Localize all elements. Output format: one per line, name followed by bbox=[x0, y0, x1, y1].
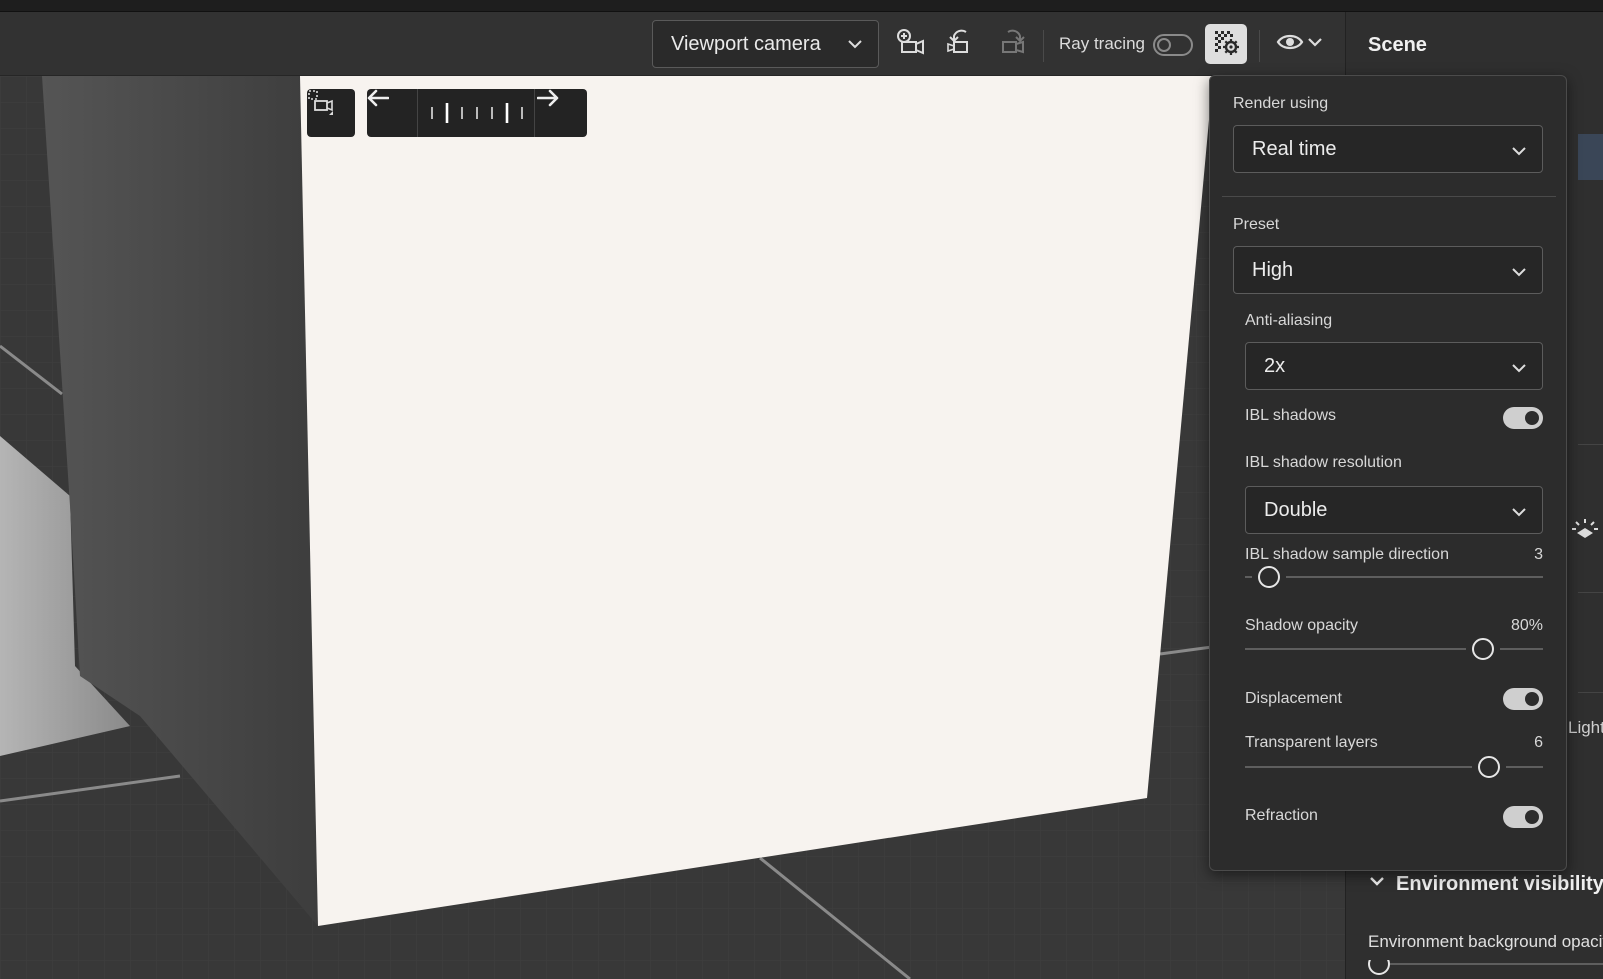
panel-divider bbox=[1578, 592, 1603, 593]
section-divider bbox=[1222, 196, 1556, 197]
eye-icon bbox=[1276, 32, 1304, 57]
ray-tracing-label: Ray tracing bbox=[1059, 34, 1145, 53]
ibl-shadow-sample-direction-value: 3 bbox=[1534, 546, 1543, 563]
refraction-label: Refraction bbox=[1245, 807, 1318, 824]
add-camera-icon bbox=[896, 28, 926, 61]
ibl-shadow-resolution-select[interactable]: Double bbox=[1245, 486, 1543, 534]
selected-scene-item[interactable] bbox=[1578, 134, 1603, 180]
next-view-button[interactable] bbox=[537, 89, 585, 137]
toggle-knob bbox=[1525, 810, 1539, 824]
slider-track bbox=[1245, 766, 1473, 768]
fit-camera-button[interactable] bbox=[307, 89, 355, 137]
ibl-shadow-resolution-label: IBL shadow resolution bbox=[1245, 454, 1402, 471]
transparent-layers-slider[interactable] bbox=[1245, 754, 1543, 780]
slider-track bbox=[1245, 648, 1467, 650]
toolbar-separator bbox=[1259, 30, 1260, 62]
anti-aliasing-label: Anti-aliasing bbox=[1245, 312, 1333, 329]
panel-divider bbox=[1578, 692, 1603, 693]
render-using-label: Render using bbox=[1233, 95, 1329, 112]
chevron-down-icon bbox=[1510, 263, 1528, 287]
environment-visibility-header[interactable]: Environment visibility bbox=[1368, 872, 1603, 896]
slider-track bbox=[1285, 576, 1543, 578]
environment-background-opacity-label: Environment background opacit bbox=[1368, 932, 1603, 951]
lights-section-label: Lights bbox=[1568, 718, 1603, 737]
redo-camera-icon bbox=[998, 28, 1028, 61]
scene-render bbox=[0, 76, 1345, 979]
ibl-shadows-toggle[interactable] bbox=[1503, 407, 1543, 429]
ibl-shadow-sample-direction-label: IBL shadow sample direction bbox=[1245, 546, 1449, 563]
shadow-opacity-label: Shadow opacity bbox=[1245, 617, 1358, 634]
render-settings-icon bbox=[1212, 28, 1240, 61]
toggle-knob bbox=[1525, 692, 1539, 706]
panel-divider bbox=[1578, 444, 1603, 445]
preset-select[interactable]: High bbox=[1233, 246, 1543, 294]
shadow-opacity-slider[interactable] bbox=[1245, 636, 1543, 662]
preset-value: High bbox=[1252, 258, 1294, 281]
panel-title: Scene bbox=[1368, 34, 1427, 56]
transparent-layers-value: 6 bbox=[1534, 734, 1543, 751]
chevron-down-icon bbox=[846, 35, 864, 59]
transparent-layers-label: Transparent layers bbox=[1245, 734, 1378, 751]
camera-select-value: Viewport camera bbox=[671, 32, 821, 55]
slider-track bbox=[1500, 648, 1543, 650]
slider-track bbox=[1506, 766, 1543, 768]
chevron-down-icon bbox=[1306, 33, 1324, 56]
slider-thumb[interactable] bbox=[1478, 756, 1501, 778]
window-top-strip bbox=[0, 0, 1603, 12]
light-icon[interactable] bbox=[1570, 516, 1600, 547]
chevron-down-icon bbox=[1510, 142, 1528, 166]
chevron-down-icon bbox=[1510, 503, 1528, 527]
ibl-shadow-resolution-value: Double bbox=[1264, 498, 1328, 521]
toggle-knob bbox=[1525, 411, 1539, 425]
render-settings-popover: Render using Real time Preset High Anti-… bbox=[1209, 75, 1567, 871]
refraction-toggle[interactable] bbox=[1503, 806, 1543, 828]
anti-aliasing-value: 2x bbox=[1264, 354, 1286, 377]
ibl-shadows-label: IBL shadows bbox=[1245, 407, 1337, 424]
shadow-opacity-value: 80% bbox=[1510, 617, 1543, 634]
camera-history-navigator bbox=[367, 89, 587, 137]
render-using-select[interactable]: Real time bbox=[1233, 125, 1543, 173]
previous-view-button[interactable] bbox=[367, 89, 415, 137]
anti-aliasing-select[interactable]: 2x bbox=[1245, 342, 1543, 390]
slider-thumb[interactable] bbox=[1472, 638, 1495, 660]
chevron-down-icon bbox=[1368, 872, 1386, 896]
slider-thumb[interactable] bbox=[1257, 566, 1280, 588]
redo-camera-button[interactable] bbox=[995, 26, 1031, 62]
view-history-scrubber[interactable] bbox=[417, 89, 535, 137]
camera-select[interactable]: Viewport camera bbox=[652, 20, 879, 68]
toggle-knob bbox=[1157, 38, 1171, 52]
displacement-label: Displacement bbox=[1245, 690, 1342, 707]
3d-viewport[interactable] bbox=[0, 76, 1345, 979]
slider-track bbox=[1245, 576, 1252, 578]
ibl-shadow-sample-direction-slider[interactable] bbox=[1245, 564, 1543, 590]
render-settings-button[interactable] bbox=[1205, 24, 1247, 64]
viewport-toolbar: Viewport camera Ray tracing bbox=[0, 12, 1345, 76]
render-using-value: Real time bbox=[1252, 137, 1337, 160]
visibility-menu-button[interactable] bbox=[1303, 26, 1327, 62]
environment-background-opacity-slider[interactable] bbox=[1368, 953, 1603, 979]
displacement-toggle[interactable] bbox=[1503, 688, 1543, 710]
add-camera-button[interactable] bbox=[893, 26, 929, 62]
environment-visibility-label: Environment visibility bbox=[1396, 872, 1603, 895]
chevron-down-icon bbox=[1510, 359, 1528, 383]
ray-tracing-toggle[interactable] bbox=[1153, 34, 1193, 56]
preset-label: Preset bbox=[1233, 216, 1280, 233]
undo-camera-icon bbox=[946, 28, 976, 61]
undo-camera-button[interactable] bbox=[943, 26, 979, 62]
toolbar-separator bbox=[1043, 30, 1044, 62]
